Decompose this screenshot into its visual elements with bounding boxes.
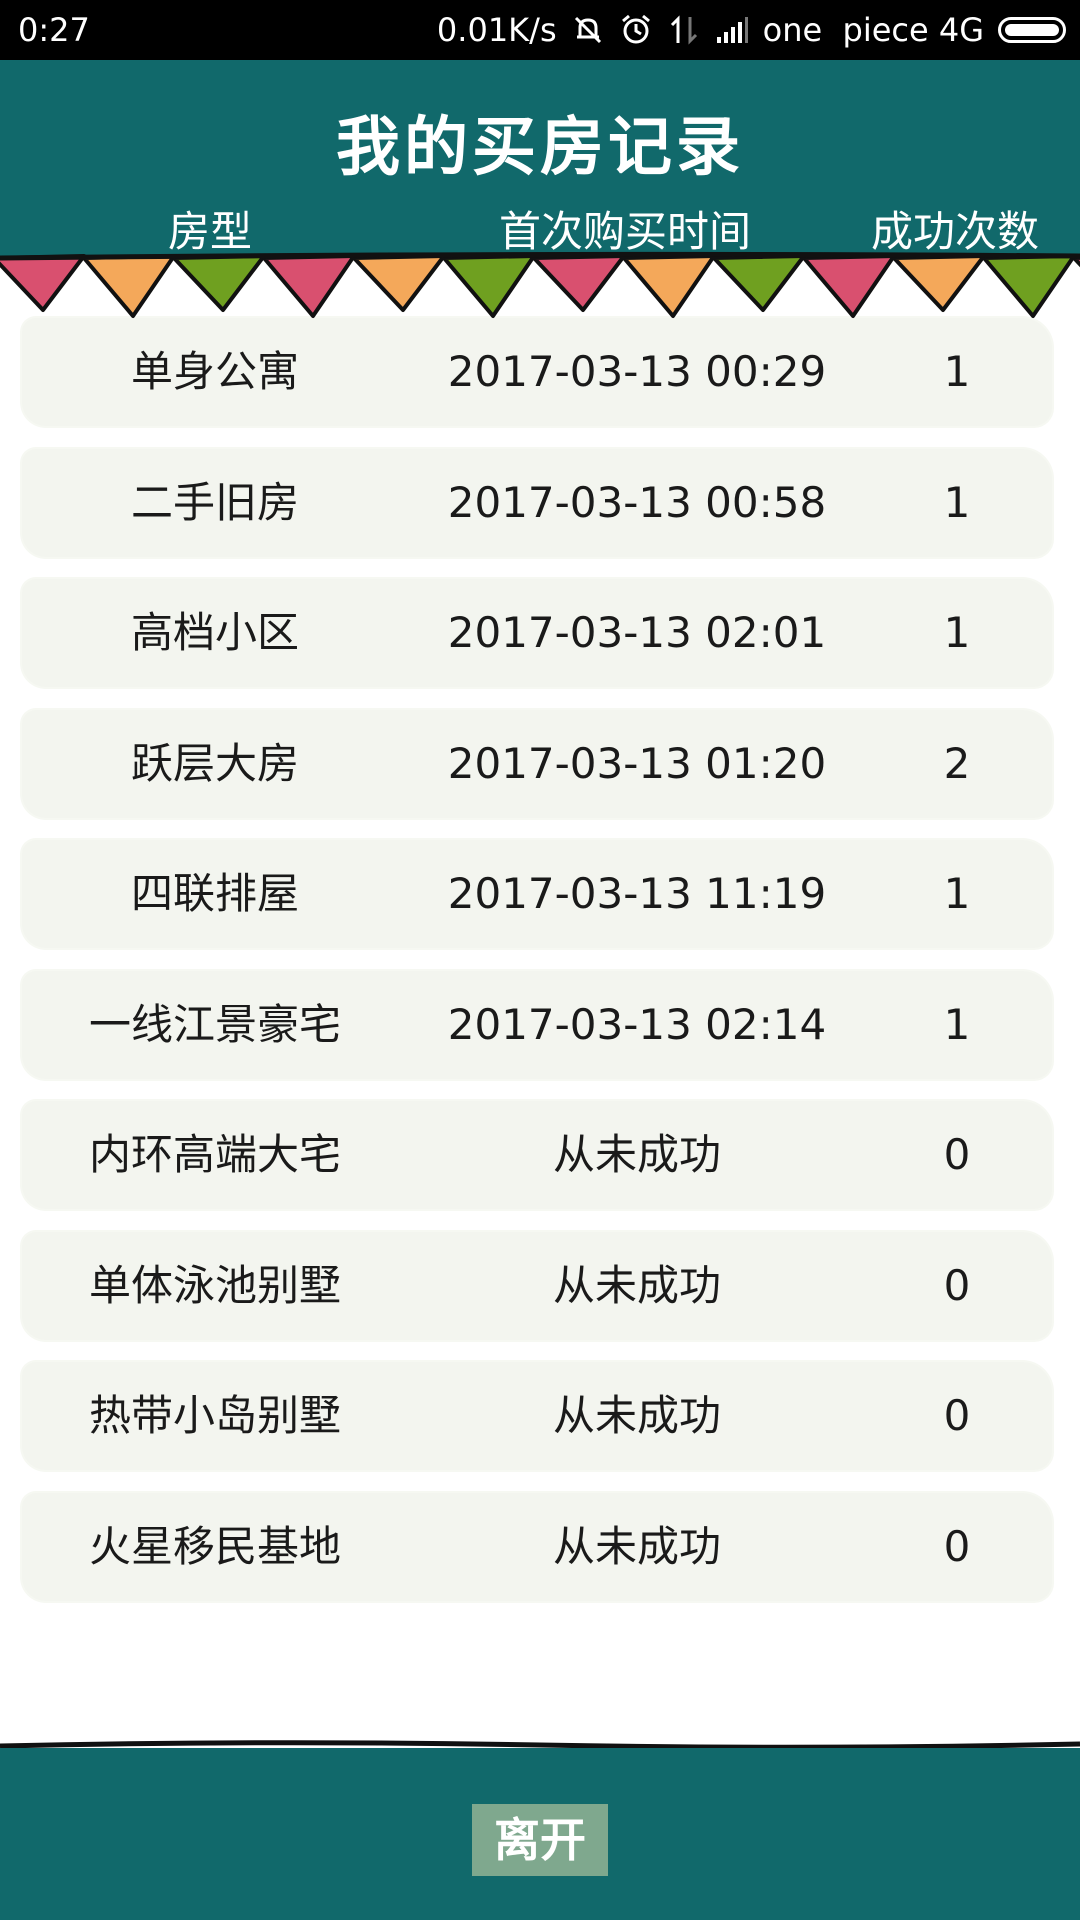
leave-button[interactable]: 离开 (472, 1804, 608, 1876)
status-right: 0.01K/s one piece 4G (437, 0, 1066, 60)
cell-house-type: 高档小区 (130, 608, 299, 657)
bunting-flag (622, 254, 716, 318)
table-row: 热带小岛别墅 从未成功 0 (22, 1362, 1052, 1470)
table-row: 二手旧房 2017-03-13 00:58 1 (22, 449, 1052, 557)
bunting-flag (82, 254, 176, 318)
bunting-flag (0, 254, 86, 312)
header: 我的买房记录 房型 首次购买时间 成功次数 (0, 60, 1080, 260)
cell-success-count: 0 (943, 1522, 971, 1571)
cell-success-count: 1 (943, 1000, 971, 1049)
footer: 离开 (0, 1748, 1080, 1920)
cell-first-purchase-time: 从未成功 (552, 1130, 721, 1179)
table-row: 四联排屋 2017-03-13 11:19 1 (22, 840, 1052, 948)
table-row: 内环高端大宅 从未成功 0 (22, 1101, 1052, 1209)
cell-first-purchase-time: 从未成功 (552, 1391, 721, 1440)
battery-icon (998, 17, 1066, 43)
cell-first-purchase-time: 2017-03-13 01:20 (447, 739, 827, 788)
page-title: 我的买房记录 (336, 111, 744, 185)
table-row: 一线江景豪宅 2017-03-13 02:14 1 (22, 971, 1052, 1079)
cell-success-count: 1 (943, 608, 971, 657)
bunting-flag (982, 254, 1076, 318)
screen: 0:27 0.01K/s one piece 4G 我的买房记录 房型 首次购买… (0, 0, 1080, 1920)
status-bar: 0:27 0.01K/s one piece 4G (0, 0, 1080, 60)
cell-house-type: 四联排屋 (130, 869, 299, 918)
bunting-flag (532, 254, 626, 312)
signal-icon (715, 13, 749, 47)
status-time: 0:27 (18, 11, 90, 49)
data-transfer-icon (667, 13, 701, 47)
bunting-decoration (0, 251, 1080, 318)
bunting-flag (712, 254, 806, 312)
cell-success-count: 0 (943, 1261, 971, 1310)
cell-house-type: 火星移民基地 (88, 1522, 341, 1571)
bunting-flag (442, 254, 536, 318)
table-row: 高档小区 2017-03-13 02:01 1 (22, 579, 1052, 687)
table-row: 单体泳池别墅 从未成功 0 (22, 1232, 1052, 1340)
cell-first-purchase-time: 2017-03-13 02:01 (447, 608, 827, 657)
mute-bell-icon (571, 13, 605, 47)
cell-house-type: 内环高端大宅 (88, 1130, 341, 1179)
cell-first-purchase-time: 从未成功 (552, 1522, 721, 1571)
cell-house-type: 二手旧房 (130, 478, 299, 527)
cell-success-count: 1 (943, 869, 971, 918)
bunting-flag (892, 254, 986, 312)
bunting-flag (262, 254, 356, 318)
alarm-icon (619, 13, 653, 47)
cell-first-purchase-time: 从未成功 (552, 1261, 721, 1310)
network-speed: 0.01K/s (436, 11, 557, 49)
cell-success-count: 1 (943, 478, 971, 527)
cell-house-type: 一线江景豪宅 (88, 1000, 341, 1049)
carrier-name: one piece 4G (762, 11, 984, 49)
bunting-flag (352, 254, 446, 312)
cell-success-count: 2 (943, 739, 971, 788)
cell-house-type: 跃层大房 (130, 739, 299, 788)
bunting-flag (802, 254, 896, 318)
table-row: 火星移民基地 从未成功 0 (22, 1493, 1052, 1601)
cell-house-type: 单体泳池别墅 (88, 1261, 341, 1310)
bunting-flag (1072, 255, 1080, 268)
cell-first-purchase-time: 2017-03-13 11:19 (447, 869, 827, 918)
cell-success-count: 0 (943, 1391, 971, 1440)
bunting-flag (172, 254, 266, 312)
cell-first-purchase-time: 2017-03-13 00:58 (447, 478, 827, 527)
table-row: 跃层大房 2017-03-13 01:20 2 (22, 710, 1052, 818)
cell-house-type: 热带小岛别墅 (88, 1391, 341, 1440)
cell-success-count: 0 (943, 1130, 971, 1179)
cell-first-purchase-time: 2017-03-13 02:14 (447, 1000, 827, 1049)
